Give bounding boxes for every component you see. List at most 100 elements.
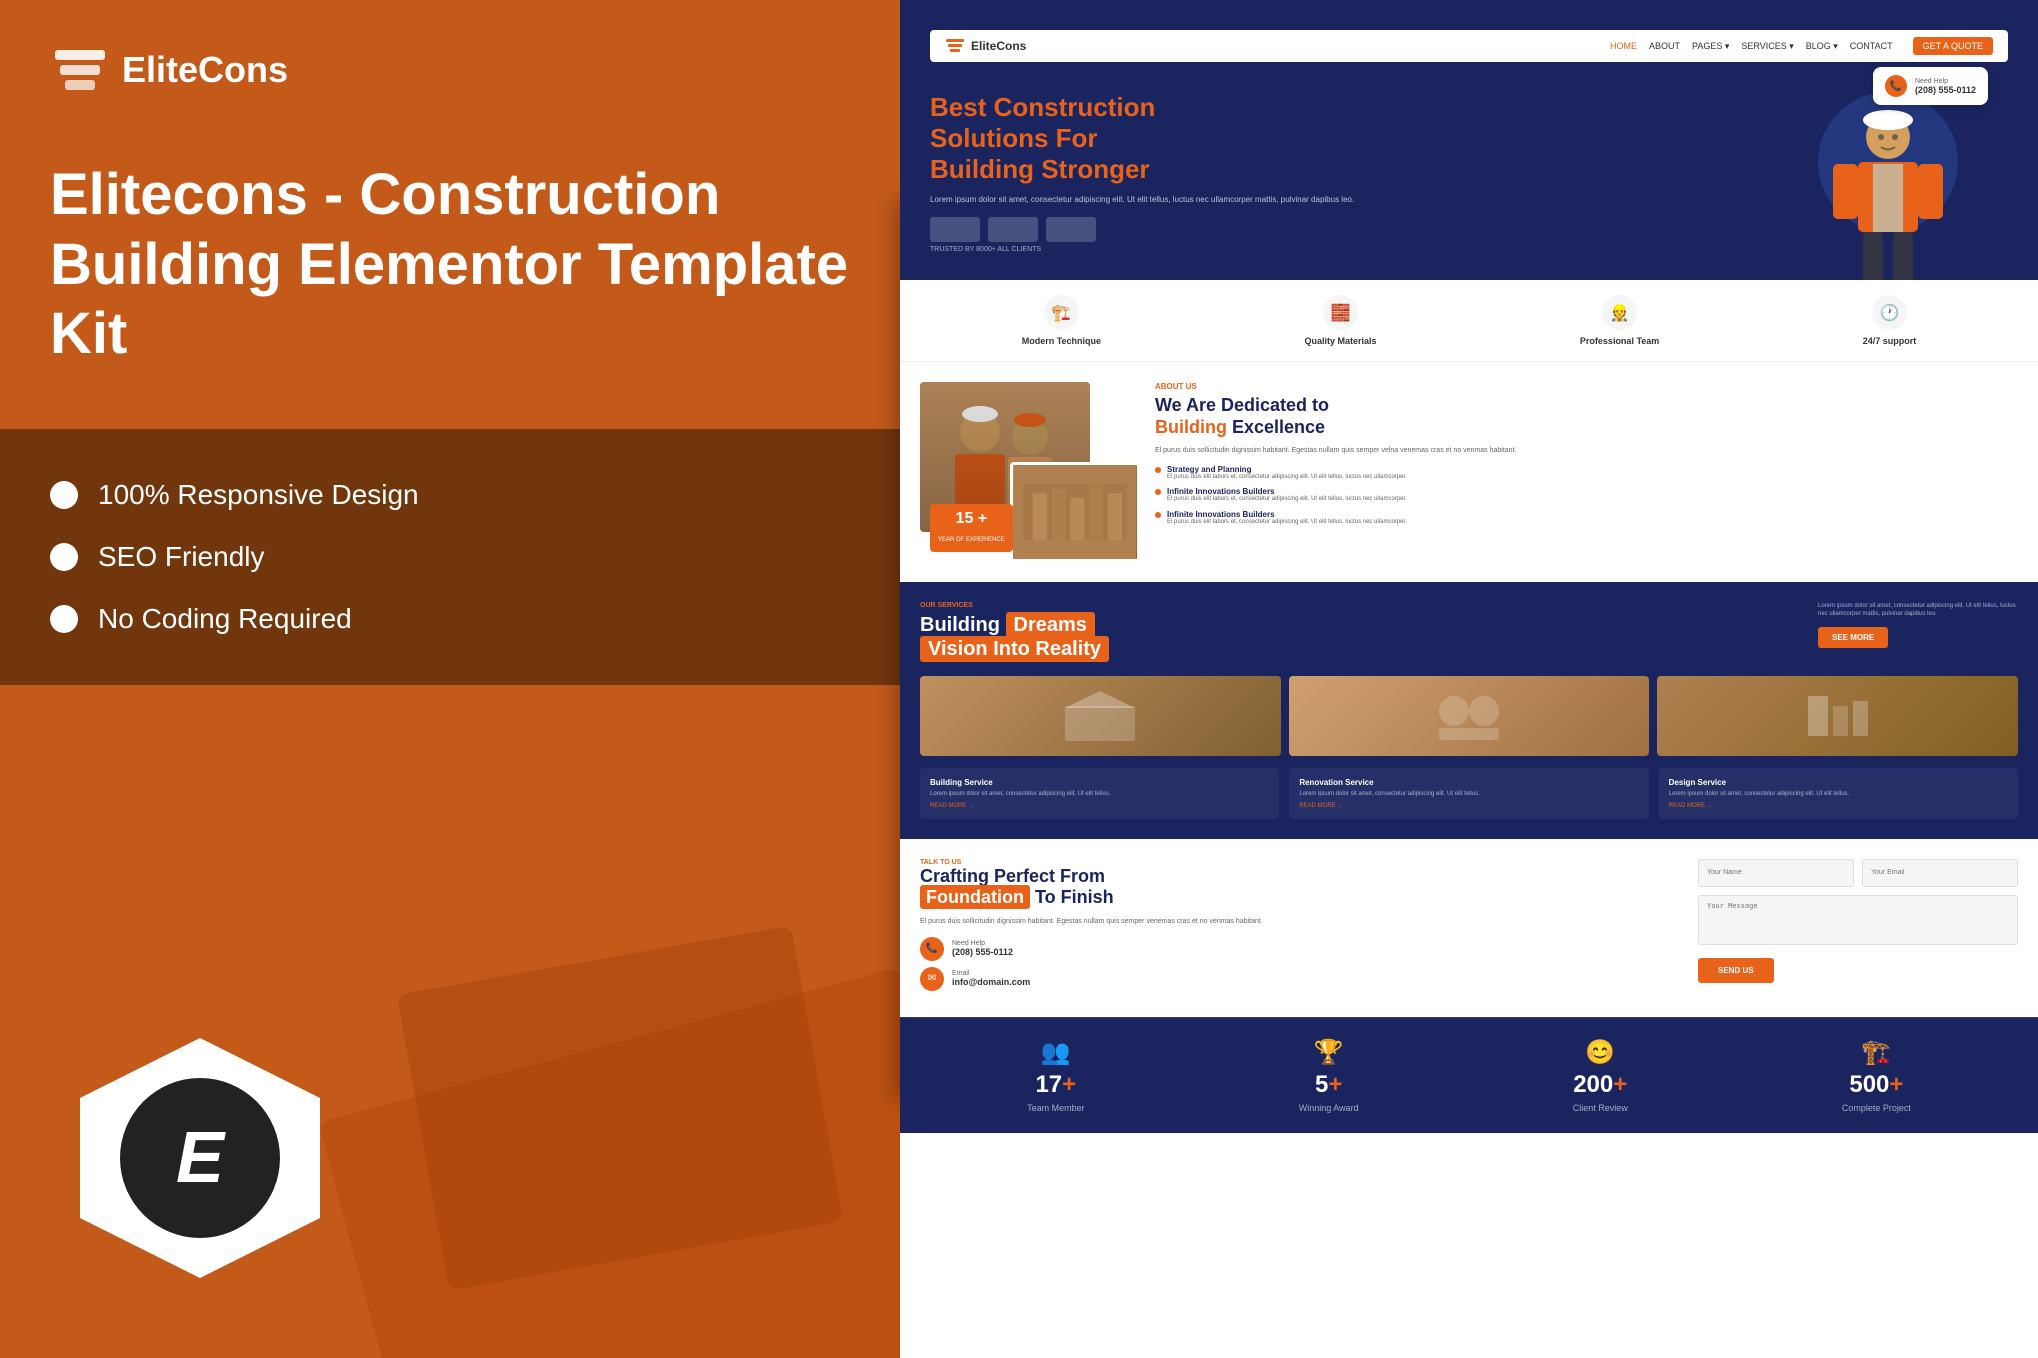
left-panel: EliteCons Elitecons - Construction Build… bbox=[0, 0, 900, 1358]
nav-pages[interactable]: PAGES ▾ bbox=[1692, 41, 1729, 52]
worker-area: 📞 Need Help (208) 555-0112 bbox=[1788, 82, 2008, 280]
navbar-cta[interactable]: GET A QUOTE bbox=[1913, 37, 1993, 55]
feature-text-1: 100% Responsive Design bbox=[98, 479, 419, 511]
mini-navbar: EliteCons HOME ABOUT PAGES ▾ SERVICES ▾ … bbox=[930, 30, 2008, 62]
mini-logo: EliteCons bbox=[945, 36, 1026, 56]
mini-nav-links: HOME ABOUT PAGES ▾ SERVICES ▾ BLOG ▾ CON… bbox=[1610, 41, 1893, 52]
form-submit-btn[interactable]: SEND US bbox=[1698, 958, 1774, 983]
ds-card-title-2: Renovation Service bbox=[1299, 778, 1638, 787]
nav-services[interactable]: SERVICES ▾ bbox=[1741, 41, 1793, 52]
help-phone-icon: 📞 bbox=[1885, 75, 1907, 97]
about-highlight: Building bbox=[1155, 417, 1227, 437]
cs-header: TALK TO US Crafting Perfect From Foundat… bbox=[920, 859, 2018, 997]
ds-svg-3 bbox=[1798, 686, 1878, 746]
feature-quality: 🧱 Quality Materials bbox=[1304, 295, 1376, 346]
stat-award-icon: 🏆 bbox=[1314, 1038, 1344, 1067]
feature-support: 🕐 24/7 support bbox=[1863, 295, 1917, 346]
help-text-area: Need Help (208) 555-0112 bbox=[1915, 78, 1976, 95]
team-icon: 👷 bbox=[1602, 295, 1637, 330]
cs-title: Crafting Perfect From Foundation To Fini… bbox=[920, 866, 1678, 909]
nav-about[interactable]: ABOUT bbox=[1649, 41, 1680, 52]
stat-img-2 bbox=[988, 217, 1038, 242]
cs-email-icon: ✉ bbox=[920, 967, 944, 991]
main-content: 15 + YEAR OF EXPERIENCE ABOUT US We Are … bbox=[900, 362, 2038, 1358]
about-section: 15 + YEAR OF EXPERIENCE ABOUT US We Are … bbox=[900, 362, 2038, 582]
point-content-1: Strategy and Planning El purus duis elit… bbox=[1167, 465, 1407, 482]
about-title: We Are Dedicated to Building Excellence bbox=[1155, 395, 2018, 438]
worker-svg bbox=[1788, 82, 1988, 280]
stat-award-num: 5+ bbox=[1315, 1071, 1342, 1099]
years-badge: 15 + YEAR OF EXPERIENCE bbox=[930, 504, 1013, 552]
ds-svg-1 bbox=[1060, 686, 1140, 746]
hero-stats bbox=[930, 217, 1788, 242]
point-title-3: Infinite Innovations Builders bbox=[1167, 510, 1407, 519]
stat-team: 👥 17+ Team Member bbox=[1027, 1038, 1085, 1113]
about-point-3: Infinite Innovations Builders El purus d… bbox=[1155, 510, 2018, 527]
nav-contact[interactable]: CONTACT bbox=[1850, 41, 1893, 52]
hero-subtitle: Lorem ipsum dolor sit amet, consectetur … bbox=[930, 194, 1788, 205]
stat-img-1 bbox=[930, 217, 980, 242]
feature-item-nocoding: No Coding Required bbox=[50, 603, 850, 635]
point-desc-2: El purus duis elit labors et, consectetu… bbox=[1167, 496, 1407, 504]
help-label: Need Help bbox=[1915, 78, 1976, 85]
stat-team-icon: 👥 bbox=[1041, 1038, 1071, 1067]
ds-card-desc-3: Lorem ipsum dolor sit amet, consectetur … bbox=[1669, 791, 2008, 799]
form-email-field[interactable] bbox=[1862, 859, 2018, 887]
feature-item-seo: SEO Friendly bbox=[50, 541, 850, 573]
support-label: 24/7 support bbox=[1863, 336, 1917, 346]
ds-img-2 bbox=[1289, 676, 1650, 756]
stat-client-label: Client Review bbox=[1573, 1103, 1628, 1113]
cs-email-text-area: Email info@domain.com bbox=[952, 970, 1030, 987]
logo-text: EliteCons bbox=[122, 49, 288, 91]
ds-tag: OUR SERVICES bbox=[920, 602, 1109, 609]
nav-home[interactable]: HOME bbox=[1610, 41, 1637, 52]
elementor-logo: E bbox=[120, 1078, 280, 1238]
cs-contact-info: 📞 Need Help (208) 555-0112 ✉ Email info@… bbox=[920, 937, 1678, 991]
hero-title-for: For bbox=[1056, 123, 1098, 153]
ds-title: Building Dreams Vision Into Reality bbox=[920, 613, 1109, 661]
about-img-secondary bbox=[1010, 462, 1140, 562]
hero-trusted: TRUSTED BY 8000+ ALL CLIENTS bbox=[930, 246, 1788, 253]
feature-dot-3 bbox=[50, 605, 78, 633]
cs-text: TALK TO US Crafting Perfect From Foundat… bbox=[920, 859, 1678, 997]
help-phone: (208) 555-0112 bbox=[1915, 85, 1976, 95]
main-title: Elitecons - Construction Building Elemen… bbox=[50, 160, 850, 369]
cs-desc: El purus duis sollicitudin dignissim hab… bbox=[920, 917, 1678, 927]
features-section: 100% Responsive Design SEO Friendly No C… bbox=[0, 429, 900, 685]
ds-card-desc-1: Lorem ipsum dolor sit amet, consectetur … bbox=[930, 791, 1269, 799]
feature-text-2: SEO Friendly bbox=[98, 541, 265, 573]
modern-label: Modern Technique bbox=[1022, 336, 1101, 346]
contact-section: TALK TO US Crafting Perfect From Foundat… bbox=[900, 839, 2038, 1017]
cs-phone-value: (208) 555-0112 bbox=[952, 947, 1013, 957]
ds-images bbox=[920, 676, 2018, 756]
about-point-1: Strategy and Planning El purus duis elit… bbox=[1155, 465, 2018, 482]
stat-project-icon: 🏗️ bbox=[1861, 1038, 1891, 1067]
point-desc-1: El purus duis elit labors et, consectetu… bbox=[1167, 474, 1407, 482]
years-num: 15 + bbox=[938, 510, 1005, 528]
ds-title-2: Vision Into Reality bbox=[920, 636, 1109, 662]
form-message-field[interactable] bbox=[1698, 895, 2018, 945]
cs-email-value: info@domain.com bbox=[952, 977, 1030, 987]
hero-text: Best Construction Solutions For Building… bbox=[930, 82, 1788, 253]
ds-highlight: Dreams bbox=[1006, 612, 1095, 638]
ds-see-more-btn[interactable]: SEE MORE bbox=[1818, 627, 1888, 648]
feature-item-responsive: 100% Responsive Design bbox=[50, 479, 850, 511]
ds-read-2: READ MORE → bbox=[1299, 803, 1638, 809]
form-name-field[interactable] bbox=[1698, 859, 1854, 887]
dark-services: OUR SERVICES Building Dreams Vision Into… bbox=[900, 582, 2038, 839]
hex-background: E bbox=[80, 1038, 320, 1278]
hero-title-highlight: Solutions bbox=[930, 123, 1048, 153]
stat-award: 🏆 5+ Winning Award bbox=[1299, 1038, 1359, 1113]
point-dot-2 bbox=[1155, 489, 1161, 495]
logo-icon bbox=[50, 40, 110, 100]
hero-section: EliteCons HOME ABOUT PAGES ▾ SERVICES ▾ … bbox=[900, 0, 2038, 280]
about-tag: ABOUT US bbox=[1155, 382, 2018, 391]
point-desc-3: El purus duis elit labors et, consectetu… bbox=[1167, 519, 1407, 527]
about-images: 15 + YEAR OF EXPERIENCE bbox=[920, 382, 1140, 562]
cs-phone-icon: 📞 bbox=[920, 937, 944, 961]
ds-read-3: READ MORE → bbox=[1669, 803, 2008, 809]
nav-blog[interactable]: BLOG ▾ bbox=[1806, 41, 1838, 52]
cs-highlight: Foundation bbox=[920, 885, 1030, 909]
ds-read-1: READ MORE → bbox=[930, 803, 1269, 809]
years-label: YEAR OF EXPERIENCE bbox=[938, 537, 1005, 543]
